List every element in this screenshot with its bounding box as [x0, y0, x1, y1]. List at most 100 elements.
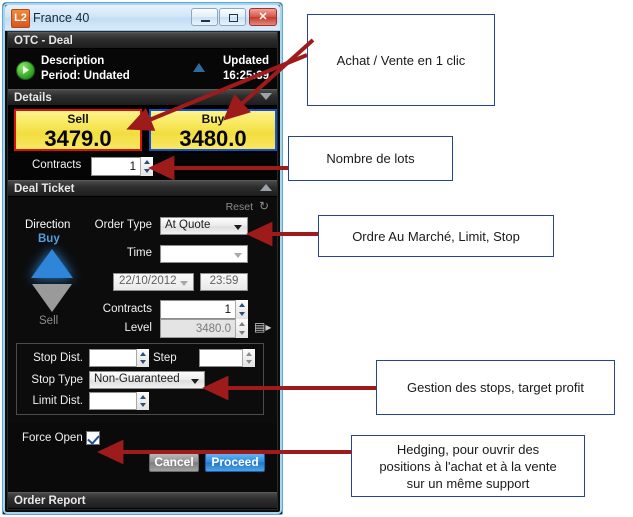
- sell-price-value: 3479.0: [44, 126, 112, 151]
- callout-order-type: Ordre Au Marché, Limit, Stop: [318, 215, 554, 257]
- time-label: Time: [126, 247, 152, 259]
- details-header[interactable]: Details: [8, 89, 277, 106]
- limit-dist-stepper[interactable]: [136, 392, 149, 410]
- date-picker[interactable]: 22/10/2012: [113, 273, 194, 291]
- app-logo-icon: L2: [11, 9, 30, 28]
- instrument-info-row: Description Period: Undated Updated 16:2…: [8, 49, 277, 89]
- force-open-label: Force Open: [22, 432, 83, 444]
- callout-hedging: Hedging, pour ouvrir des positions à l'a…: [351, 435, 585, 497]
- price-buttons-zone: Sell 3479.0 Buy 3480.0: [8, 106, 277, 153]
- callout-text: Nombre de lots: [326, 151, 415, 166]
- stops-group-box: Stop Dist. Step Stop Type Non-Guaranteed…: [16, 343, 264, 415]
- stop-dist-stepper[interactable]: [136, 349, 149, 367]
- stepper-up-icon[interactable]: [239, 303, 245, 307]
- level-label: Level: [124, 322, 153, 334]
- details-label: Details: [14, 92, 52, 104]
- contracts-stepper[interactable]: [235, 300, 248, 319]
- direction-label: Direction: [25, 219, 71, 231]
- stepper-down-icon[interactable]: [140, 360, 146, 364]
- stop-type-value: Non-Guaranteed: [94, 373, 180, 385]
- level-stepper[interactable]: [235, 319, 248, 338]
- stepper-down-icon[interactable]: [239, 312, 245, 316]
- buy-price-button[interactable]: Buy 3480.0: [149, 109, 277, 151]
- direction-sell-arrow-icon[interactable]: [32, 284, 72, 312]
- step-stepper[interactable]: [242, 349, 255, 367]
- direction-buy-arrow-icon[interactable]: [31, 249, 73, 278]
- chevron-down-icon[interactable]: [191, 379, 199, 384]
- callout-text: Achat / Vente en 1 clic: [336, 52, 466, 68]
- stepper-up-icon[interactable]: [144, 160, 150, 164]
- ladder-icon[interactable]: ▤▸: [254, 321, 271, 333]
- deal-ticket-label: Deal Ticket: [14, 183, 75, 195]
- refresh-icon[interactable]: ↻: [259, 200, 269, 212]
- order-type-select[interactable]: At Quote: [160, 217, 248, 235]
- stepper-down-icon[interactable]: [239, 331, 245, 335]
- time-value-field[interactable]: 23:59: [200, 273, 248, 291]
- direction-sell-label: Sell: [39, 315, 59, 327]
- stop-type-label: Stop Type: [31, 374, 83, 386]
- chevron-down-icon[interactable]: [180, 281, 188, 286]
- window-titlebar[interactable]: L2 France 40 ✕: [5, 5, 280, 31]
- stops-zone: Stop Dist. Step Stop Type Non-Guaranteed…: [8, 343, 277, 423]
- play-icon[interactable]: [16, 61, 35, 80]
- period-label: Period: Undated: [41, 70, 130, 82]
- updated-label: Updated: [223, 55, 269, 67]
- chevron-down-icon[interactable]: [234, 253, 242, 258]
- order-type-value: At Quote: [165, 219, 211, 231]
- window-title: France 40: [33, 11, 90, 25]
- otc-deal-header[interactable]: OTC - Deal: [8, 32, 277, 49]
- order-report-header[interactable]: Order Report: [8, 492, 277, 509]
- order-type-label: Order Type: [94, 219, 152, 231]
- close-button[interactable]: ✕: [249, 8, 277, 26]
- callout-one-click-trade: Achat / Vente en 1 clic: [307, 14, 495, 106]
- buy-label: Buy: [201, 112, 225, 126]
- proceed-button[interactable]: Proceed: [205, 453, 265, 472]
- window-body: OTC - Deal Description Period: Undated U…: [7, 31, 278, 510]
- sell-price-button[interactable]: Sell 3479.0: [14, 109, 142, 151]
- minimize-icon: [201, 20, 210, 22]
- close-icon: ✕: [258, 11, 268, 23]
- contracts-quick-stepper[interactable]: [140, 157, 153, 176]
- stepper-up-icon[interactable]: [246, 352, 252, 356]
- contracts-quick-row: Contracts 1: [8, 153, 277, 180]
- stop-type-select[interactable]: Non-Guaranteed: [89, 371, 205, 389]
- step-label: Step: [153, 352, 177, 364]
- callout-text: Gestion des stops, target profit: [406, 380, 585, 395]
- force-open-zone: Force Open Cancel Proceed: [8, 423, 277, 483]
- deal-ticket-header[interactable]: Deal Ticket: [8, 180, 277, 197]
- chevron-down-icon[interactable]: [234, 225, 242, 230]
- description-label: Description: [41, 55, 105, 67]
- contracts-quick-label: Contracts: [32, 159, 82, 171]
- stepper-down-icon[interactable]: [144, 169, 150, 173]
- stepper-up-icon[interactable]: [140, 395, 146, 399]
- callout-text-line2: positions à l'achat et à la vente: [379, 458, 557, 474]
- otc-deal-label: OTC - Deal: [14, 35, 73, 47]
- cancel-button[interactable]: Cancel: [149, 453, 199, 472]
- order-report-label: Order Report: [14, 495, 86, 507]
- stepper-up-icon[interactable]: [239, 322, 245, 326]
- deal-ticket-body: Reset ↻ Direction Buy Sell Order Type At…: [8, 197, 277, 343]
- force-open-checkbox[interactable]: [86, 431, 100, 445]
- limit-dist-label: Limit Dist.: [32, 395, 83, 407]
- stepper-up-icon[interactable]: [140, 352, 146, 356]
- trend-up-icon: [193, 63, 205, 72]
- chevron-up-icon[interactable]: [260, 184, 272, 191]
- callout-stops-management: Gestion des stops, target profit: [376, 360, 615, 415]
- stepper-down-icon[interactable]: [246, 360, 252, 364]
- reset-link[interactable]: Reset: [226, 201, 253, 213]
- updated-time: 16:25:39: [222, 70, 269, 82]
- stepper-down-icon[interactable]: [140, 403, 146, 407]
- stop-dist-label: Stop Dist.: [33, 352, 83, 364]
- date-value: 22/10/2012: [119, 275, 177, 287]
- callout-text: Ordre Au Marché, Limit, Stop: [352, 228, 520, 244]
- contracts-label: Contracts: [102, 303, 152, 315]
- maximize-button[interactable]: [219, 8, 246, 26]
- buy-price-value: 3480.0: [179, 126, 247, 151]
- minimize-button[interactable]: [191, 8, 218, 26]
- callout-text-line3: sur un même support: [406, 475, 530, 491]
- chevron-down-icon[interactable]: [260, 93, 272, 100]
- l2-trading-window: L2 France 40 ✕ OTC - Deal Description Pe…: [2, 2, 283, 515]
- time-select[interactable]: [160, 245, 248, 263]
- sell-label: Sell: [67, 112, 89, 126]
- callout-text-line1: Hedging, pour ouvrir des: [396, 441, 540, 457]
